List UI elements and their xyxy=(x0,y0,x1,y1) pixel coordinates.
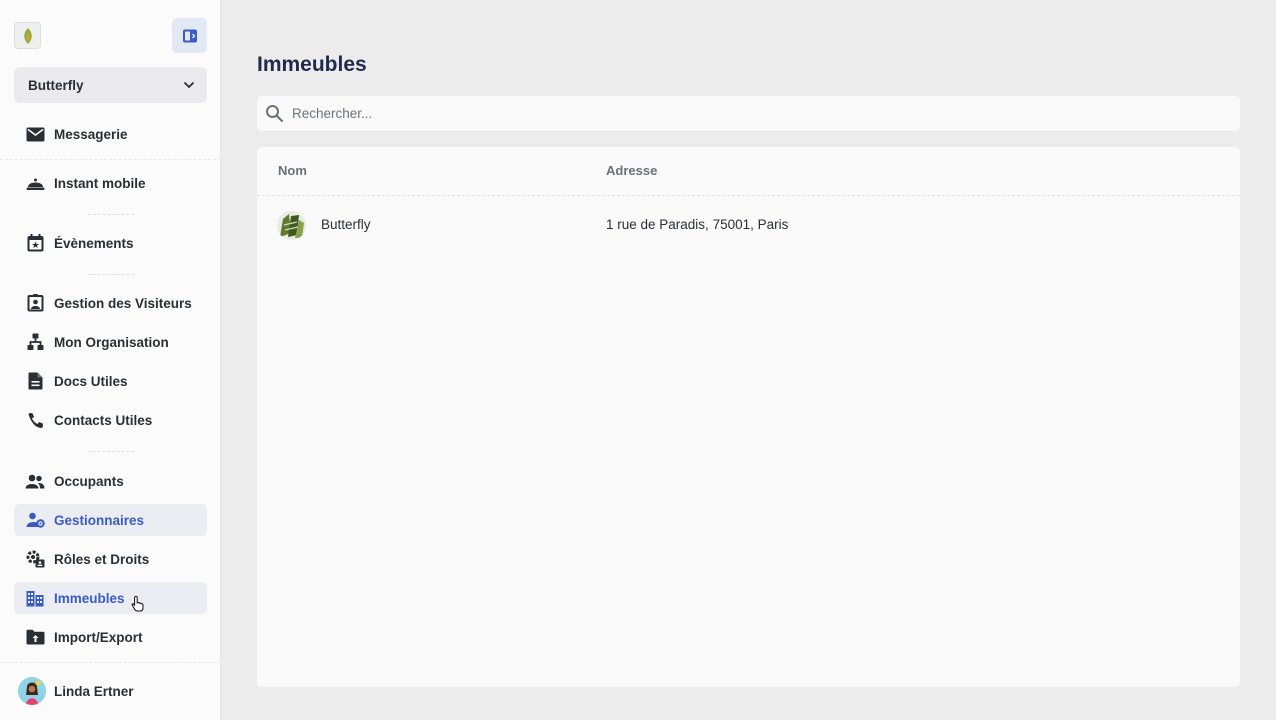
sidebar-item-label: Rôles et Droits xyxy=(54,551,150,567)
sidebar-item-label: Contacts Utiles xyxy=(54,412,153,428)
table-header-divider xyxy=(257,195,1240,196)
sidebar-item-label: Messagerie xyxy=(54,126,128,142)
user-profile[interactable]: Linda Ertner xyxy=(18,677,134,705)
column-header-adresse[interactable]: Adresse xyxy=(606,163,657,178)
sidebar-item-instant-mobile[interactable]: Instant mobile xyxy=(14,167,207,199)
hand-cursor-icon xyxy=(131,595,144,612)
sidebar-item-label: Gestion des Visiteurs xyxy=(54,295,192,311)
sidebar-item-gestion-visiteurs[interactable]: Gestion des Visiteurs xyxy=(14,287,207,319)
search-icon xyxy=(266,105,284,123)
divider xyxy=(88,274,134,275)
sidebar-item-evenements[interactable]: Évènements xyxy=(14,227,207,259)
profile-name: Linda Ertner xyxy=(54,683,134,699)
visitor-badge-icon xyxy=(25,293,45,313)
building-select-value: Butterfly xyxy=(28,77,84,93)
building-address: 1 rue de Paradis, 75001, Paris xyxy=(606,217,789,232)
avatar xyxy=(18,677,46,705)
buildings-icon xyxy=(25,588,45,608)
building-select[interactable]: Butterfly xyxy=(14,67,207,103)
sidebar-item-label: Instant mobile xyxy=(54,175,146,191)
org-chart-icon xyxy=(25,332,45,352)
buildings-table: Nom Adresse Butterfly 1 rue de Paradis, … xyxy=(257,147,1240,687)
sidebar-item-label: Évènements xyxy=(54,235,134,251)
sidebar-item-label: Occupants xyxy=(54,473,124,489)
sidebar-item-occupants[interactable]: Occupants xyxy=(14,465,207,497)
building-thumbnail xyxy=(277,211,306,240)
sidebar-item-label: Gestionnaires xyxy=(54,512,145,528)
sidebar-item-import-export[interactable]: Import/Export xyxy=(14,621,207,653)
sidebar-item-label: Docs Utiles xyxy=(54,373,128,389)
leaf-logo-icon xyxy=(23,27,32,44)
sidebar-item-gestionnaires[interactable]: Gestionnaires xyxy=(14,504,207,536)
chevron-down-icon xyxy=(183,81,195,89)
divider xyxy=(0,662,221,663)
search-input[interactable] xyxy=(292,106,1192,121)
user-gear-icon xyxy=(25,510,45,530)
document-icon xyxy=(25,371,45,391)
calendar-star-icon xyxy=(25,233,45,253)
sidebar-item-contacts-utiles[interactable]: Contacts Utiles xyxy=(14,404,207,436)
sidebar-item-immeubles[interactable]: Immeubles xyxy=(14,582,207,614)
page-title: Immeubles xyxy=(257,53,367,76)
folder-upload-icon xyxy=(25,627,45,647)
collapse-sidebar-button[interactable] xyxy=(172,18,207,53)
phone-icon xyxy=(25,410,45,430)
sidebar-item-label: Import/Export xyxy=(54,629,143,645)
divider xyxy=(88,451,134,452)
sidebar-item-roles-droits[interactable]: Rôles et Droits xyxy=(14,543,207,575)
column-header-nom[interactable]: Nom xyxy=(278,163,307,178)
sidebar-toggle-icon xyxy=(182,29,197,42)
sidebar-item-label: Mon Organisation xyxy=(54,334,169,350)
sidebar: Butterfly Messagerie Instant mobile Évèn… xyxy=(0,0,221,720)
cloche-icon xyxy=(25,173,45,193)
table-row[interactable]: Butterfly 1 rue de Paradis, 75001, Paris xyxy=(257,207,1240,241)
divider xyxy=(88,214,134,215)
users-icon xyxy=(25,471,45,491)
sidebar-item-docs-utiles[interactable]: Docs Utiles xyxy=(14,365,207,397)
building-name: Butterfly xyxy=(321,217,371,232)
sidebar-item-messagerie[interactable]: Messagerie xyxy=(14,118,207,150)
search-bar[interactable] xyxy=(257,96,1240,131)
sidebar-item-label: Immeubles xyxy=(54,590,125,606)
roles-gear-icon xyxy=(25,549,45,569)
sidebar-item-mon-organisation[interactable]: Mon Organisation xyxy=(14,326,207,358)
divider xyxy=(0,159,221,160)
mail-icon xyxy=(25,124,45,144)
app-logo[interactable] xyxy=(14,22,41,49)
